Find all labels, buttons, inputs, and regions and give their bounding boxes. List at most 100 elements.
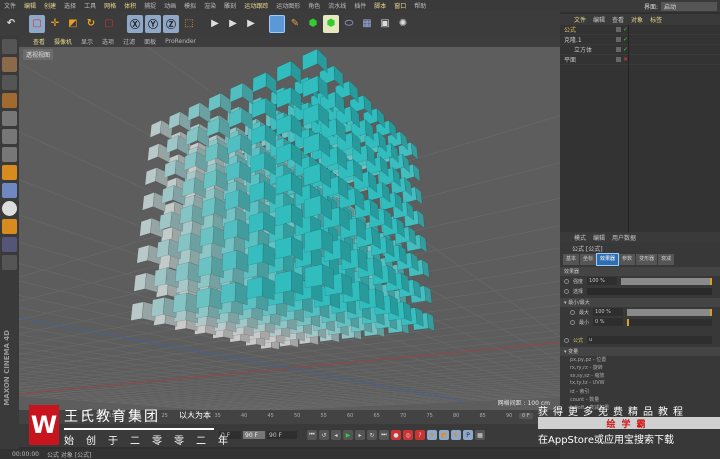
lock-icon[interactable] [2, 219, 17, 234]
undo-icon[interactable]: ↶ [3, 15, 19, 33]
points-mode-icon[interactable] [2, 111, 17, 126]
menu-item[interactable]: 网格 [104, 1, 116, 10]
strength-slider[interactable] [621, 277, 712, 285]
key-position-icon[interactable]: ✛ [427, 430, 437, 440]
menu-item[interactable]: 模拟 [184, 1, 196, 10]
object-row[interactable]: 立方体 ✓ [560, 45, 720, 55]
object-menu-item[interactable]: 文件 [574, 15, 586, 24]
attribute-tab[interactable]: 参数 [619, 254, 636, 265]
min-slider[interactable] [627, 318, 712, 326]
viewport-menu-item[interactable]: 选项 [102, 37, 114, 46]
viewport-menu-item[interactable]: ProRender [165, 38, 196, 45]
menu-item[interactable]: 运动跟踪 [244, 1, 268, 10]
animate-radio[interactable] [570, 309, 575, 315]
viewport-menu-item[interactable]: 查看 [33, 37, 45, 46]
animate-radio[interactable] [570, 319, 575, 325]
column-divider[interactable] [628, 25, 629, 232]
render-view-icon[interactable]: ▶ [207, 15, 223, 33]
section-minmax[interactable]: ▾ 最小/最大 [560, 298, 720, 307]
menu-item[interactable]: 选择 [64, 1, 76, 10]
section-variables[interactable]: ▾ 变量 [560, 347, 720, 356]
strength-input[interactable]: 100 % [587, 277, 618, 285]
menu-item[interactable]: 雕刻 [224, 1, 236, 10]
grid-icon[interactable] [2, 237, 17, 252]
viewport-perspective[interactable]: 透视视图 网格间距 : 100 cm [19, 47, 560, 410]
tweak-icon[interactable] [2, 183, 17, 198]
play-icon[interactable]: ▶ [343, 430, 353, 440]
animate-radio[interactable] [564, 288, 569, 294]
object-menu-item[interactable]: 标签 [650, 15, 662, 24]
y-axis-icon[interactable]: Ⓨ [145, 14, 161, 33]
object-menu-item[interactable]: 查看 [612, 15, 624, 24]
menu-item[interactable]: 动画 [164, 1, 176, 10]
cube-clone[interactable] [172, 292, 200, 314]
deformer-icon[interactable]: ⬭ [341, 15, 357, 33]
menu-item[interactable]: 文件 [4, 1, 16, 10]
menu-item[interactable]: 脚本 [374, 1, 386, 10]
object-name[interactable]: 公式 [564, 25, 608, 34]
cube-clone[interactable] [302, 48, 328, 74]
keyframe-selection-icon[interactable]: ? [415, 430, 425, 440]
viewport-menu-item[interactable]: 过滤 [123, 37, 135, 46]
sculpt-icon[interactable] [2, 255, 17, 270]
render-picture-icon[interactable]: ▶ [225, 15, 241, 33]
selection-field[interactable] [587, 287, 712, 295]
animate-radio[interactable] [564, 337, 569, 343]
cube-icon[interactable] [269, 14, 285, 33]
z-axis-icon[interactable]: Ⓩ [163, 14, 179, 33]
object-name[interactable]: 立方体 [574, 45, 618, 54]
rotate-icon[interactable]: ↻ [83, 15, 99, 33]
attribute-menu-item[interactable]: 编辑 [593, 233, 605, 242]
menu-item[interactable]: 体积 [124, 1, 136, 10]
visibility-toggle[interactable] [616, 27, 621, 32]
next-frame-icon[interactable]: ▸ [355, 430, 365, 440]
cube-clone[interactable] [276, 60, 302, 85]
subdivision-icon[interactable]: ⬢ [305, 15, 321, 33]
attribute-tab[interactable]: 效果器 [596, 253, 620, 266]
menu-item[interactable]: 窗口 [394, 1, 406, 10]
coordinate-system-icon[interactable]: ⬚ [181, 15, 197, 33]
menu-item[interactable]: 角色 [308, 1, 320, 10]
menu-item[interactable]: 运动图形 [276, 1, 300, 10]
cube-clone[interactable] [187, 102, 211, 124]
autokey-icon[interactable]: ◎ [403, 430, 413, 440]
x-axis-icon[interactable]: Ⓧ [127, 14, 143, 33]
attribute-tab[interactable]: 坐标 [580, 254, 597, 265]
attribute-menu-item[interactable]: 模式 [574, 233, 586, 242]
formula-input[interactable]: u [587, 336, 712, 344]
object-name[interactable]: 平面 [564, 55, 608, 64]
animate-radio[interactable] [564, 278, 569, 284]
last-tool-icon[interactable]: ▢ [101, 15, 117, 33]
attribute-tab[interactable]: 基本 [563, 254, 580, 265]
key-param-icon[interactable]: P [463, 430, 473, 440]
menu-item[interactable]: 捕捉 [144, 1, 156, 10]
menu-item[interactable]: 帮助 [414, 1, 426, 10]
max-slider[interactable] [627, 308, 712, 316]
attribute-menu-item[interactable]: 用户数据 [612, 233, 636, 242]
loop-back-icon[interactable]: ↺ [319, 430, 329, 440]
workplane-icon[interactable] [2, 93, 17, 108]
object-row[interactable]: 平面 ✕ [560, 55, 720, 65]
snap-icon[interactable] [2, 201, 17, 216]
prev-frame-icon[interactable]: ◂ [331, 430, 341, 440]
model-mode-icon[interactable] [2, 57, 17, 72]
live-select-icon[interactable]: ▢ [29, 14, 45, 33]
cube-clone[interactable] [252, 71, 277, 96]
record-icon[interactable]: ● [391, 430, 401, 440]
object-menu-item[interactable]: 编辑 [593, 15, 605, 24]
key-rotation-icon[interactable]: ↻ [451, 430, 461, 440]
attribute-tab[interactable]: 变形器 [636, 254, 658, 265]
min-input[interactable]: 0 % [593, 318, 624, 326]
max-input[interactable]: 100 % [593, 308, 624, 316]
visibility-toggle[interactable] [616, 37, 621, 42]
loop-forward-icon[interactable]: ↻ [367, 430, 377, 440]
attribute-tab[interactable]: 衰减 [658, 254, 675, 265]
layout-select[interactable]: 启动 [661, 1, 717, 11]
cube-clone[interactable] [229, 82, 254, 105]
cube-clone[interactable] [208, 92, 232, 115]
menu-item[interactable]: 插件 [354, 1, 366, 10]
menu-item[interactable]: 创建 [44, 1, 56, 10]
goto-start-icon[interactable]: ⏮ [307, 430, 317, 440]
key-scale-icon[interactable]: ◩ [439, 430, 449, 440]
viewport-menu-item[interactable]: 显示 [81, 37, 93, 46]
